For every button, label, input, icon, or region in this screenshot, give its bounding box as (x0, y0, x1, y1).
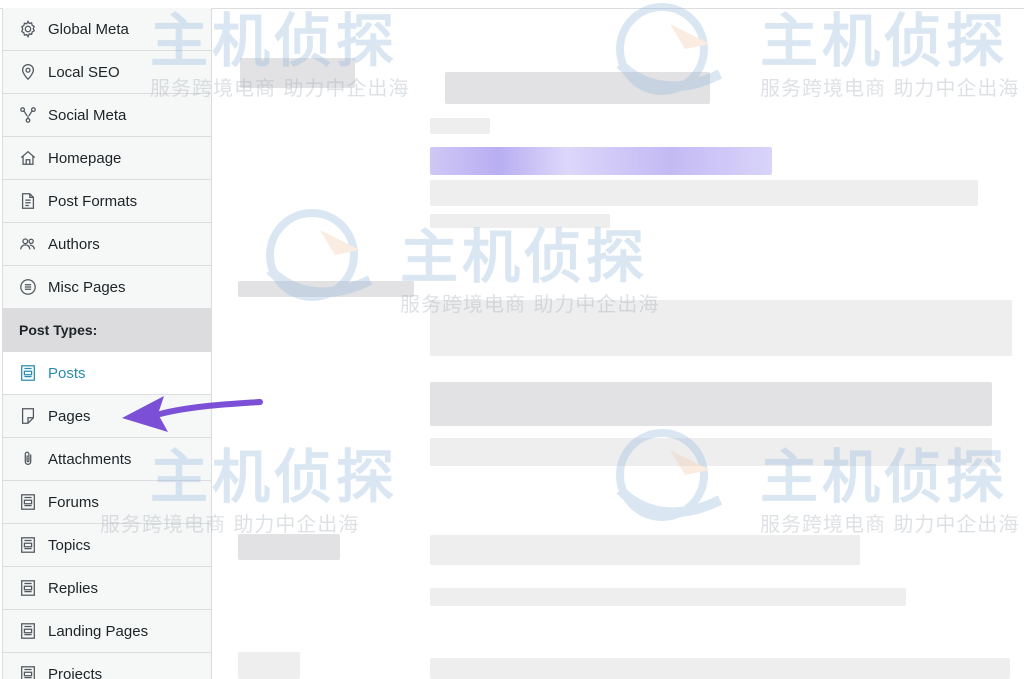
sidebar-item-label: Projects (48, 665, 103, 679)
annotation-arrow-icon (122, 396, 263, 432)
sidebar-item-label: Replies (48, 579, 99, 597)
sidebar-item-label: Posts (48, 364, 86, 382)
sidebar-item-post-formats[interactable]: Post Formats (3, 180, 211, 223)
post-icon (18, 535, 38, 555)
sidebar-item-local-seo[interactable]: Local SEO (3, 51, 211, 94)
blurred-link (430, 147, 772, 175)
blurred-text (430, 118, 490, 134)
page-icon (18, 406, 38, 426)
blurred-text (430, 214, 610, 228)
gear-icon (18, 19, 38, 39)
sidebar-item-label: Landing Pages (48, 622, 149, 640)
sidebar-item-label: Local SEO (48, 63, 120, 81)
settings-sidebar: Global Meta Local SEO Social Meta Homepa… (2, 8, 212, 679)
paperclip-icon (18, 449, 38, 469)
share-icon (18, 105, 38, 125)
sidebar-item-topics[interactable]: Topics (3, 524, 211, 567)
users-icon (18, 234, 38, 254)
post-types-header: Post Types: (3, 309, 211, 352)
sidebar-item-label: Topics (48, 536, 91, 554)
blurred-label (238, 652, 300, 679)
watermark-globe-icon (266, 209, 373, 301)
home-icon (18, 148, 38, 168)
blurred-field (445, 72, 710, 104)
sidebar-item-attachments[interactable]: Attachments (3, 438, 211, 481)
watermark-brand: 主机侦探 (760, 7, 1009, 75)
sidebar-item-homepage[interactable]: Homepage (3, 137, 211, 180)
sidebar-item-label: Misc Pages (48, 278, 126, 296)
sidebar-item-label: Homepage (48, 149, 122, 167)
sidebar-item-projects[interactable]: Projects (3, 653, 211, 679)
location-pin-icon (18, 62, 38, 82)
blurred-text (430, 382, 992, 426)
sidebar-item-label: Pages (48, 407, 91, 425)
blurred-field (430, 658, 1010, 679)
sidebar-item-label: Social Meta (48, 106, 127, 124)
blurred-text (430, 438, 992, 466)
post-icon (18, 578, 38, 598)
sidebar-item-misc-pages[interactable]: Misc Pages (3, 266, 211, 309)
sidebar-item-label: Authors (48, 235, 100, 253)
blurred-field (430, 300, 1012, 356)
sidebar-item-landing-pages[interactable]: Landing Pages (3, 610, 211, 653)
sidebar-item-forums[interactable]: Forums (3, 481, 211, 524)
blurred-label (238, 281, 414, 297)
blurred-text (430, 588, 906, 606)
blurred-label (240, 58, 355, 88)
post-icon (18, 492, 38, 512)
document-icon (18, 191, 38, 211)
list-circle-icon (18, 277, 38, 297)
sidebar-item-global-meta[interactable]: Global Meta (3, 8, 211, 51)
post-icon (18, 664, 38, 679)
sidebar-item-social-meta[interactable]: Social Meta (3, 94, 211, 137)
sidebar-item-label: Global Meta (48, 20, 129, 38)
watermark-tagline: 服务跨境电商 助力中企出海 (760, 76, 1020, 100)
sidebar-item-label: Post Formats (48, 192, 138, 210)
sidebar-item-replies[interactable]: Replies (3, 567, 211, 610)
sidebar-item-label: Attachments (48, 450, 132, 468)
post-icon (18, 363, 38, 383)
blurred-label (238, 534, 340, 560)
watermark-tagline: 服务跨境电商 助力中企出海 (760, 512, 1020, 536)
sidebar-item-authors[interactable]: Authors (3, 223, 211, 266)
post-icon (18, 621, 38, 641)
sidebar-item-label: Forums (48, 493, 99, 511)
blurred-field (430, 535, 860, 565)
blurred-text (430, 180, 978, 206)
